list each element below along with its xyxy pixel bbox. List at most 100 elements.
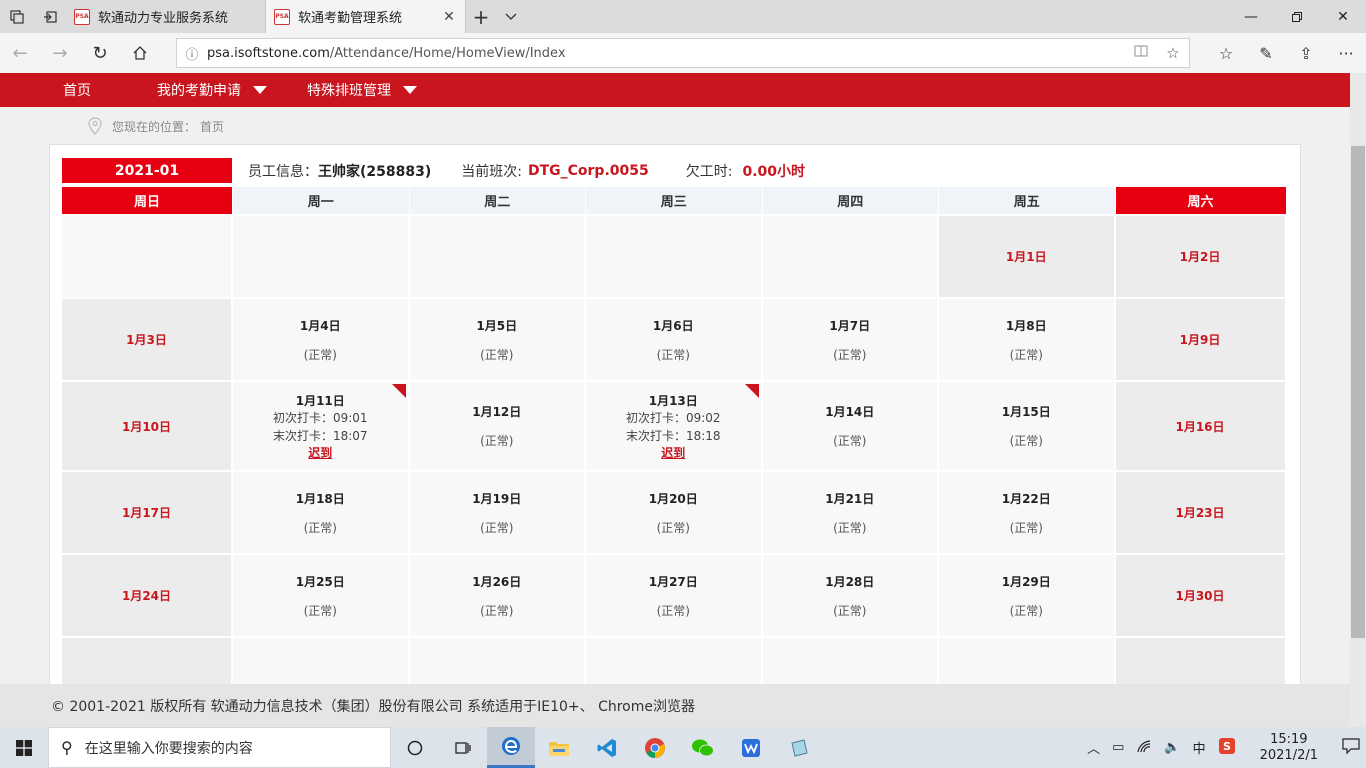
- calendar-day-cell[interactable]: 1月27日 (正常): [586, 555, 763, 636]
- owed-hours-label: 欠工时:: [685, 163, 733, 180]
- calendar-day-cell[interactable]: 1月9日: [1115, 299, 1287, 380]
- svg-text:S: S: [1223, 740, 1231, 753]
- tab-attendance[interactable]: PSA 软通考勤管理系统 ✕: [266, 0, 466, 33]
- calendar-day-cell[interactable]: 1月23日: [1115, 472, 1287, 553]
- calendar-day-cell[interactable]: 1月25日 (正常): [233, 555, 410, 636]
- late-exception-link[interactable]: 迟到: [308, 445, 332, 461]
- calendar-day-cell[interactable]: 1月17日: [62, 472, 233, 553]
- ime-indicator[interactable]: 中: [1187, 738, 1212, 757]
- day-status: (正常): [480, 603, 514, 618]
- menu-label: 特殊排班管理: [307, 83, 391, 99]
- tab-actions-icon[interactable]: [0, 0, 33, 33]
- calendar-day-cell[interactable]: 1月8日 (正常): [939, 299, 1116, 380]
- new-tab-icon[interactable]: +: [466, 0, 496, 33]
- late-exception-link[interactable]: 迟到: [661, 445, 685, 461]
- calendar-day-cell[interactable]: 1月4日 (正常): [233, 299, 410, 380]
- calendar-day-cell[interactable]: 1月28日 (正常): [762, 555, 939, 636]
- menu-home[interactable]: 首页: [63, 73, 91, 107]
- tab-psa-service[interactable]: PSA 软通动力专业服务系统: [66, 0, 266, 33]
- refresh-icon[interactable]: ↻: [80, 33, 120, 73]
- minimize-icon[interactable]: —: [1228, 0, 1274, 33]
- calendar-day-cell[interactable]: 1月2日: [1115, 216, 1287, 297]
- back-icon[interactable]: ←: [0, 33, 40, 73]
- volume-icon[interactable]: 🔈: [1158, 740, 1186, 755]
- calendar-day-cell[interactable]: 1月3日: [62, 299, 233, 380]
- calendar-day-cell[interactable]: 1月15日 (正常): [939, 382, 1116, 470]
- calendar-day-cell[interactable]: 1月30日: [1115, 555, 1287, 636]
- chrome-icon[interactable]: [631, 727, 679, 768]
- info-icon[interactable]: ⓘ: [177, 44, 207, 63]
- calendar-day-cell[interactable]: 1月29日 (正常): [939, 555, 1116, 636]
- taskbar-search[interactable]: ⚲ 在这里输入你要搜索的内容: [48, 727, 391, 768]
- share-icon[interactable]: ⇪: [1286, 33, 1326, 73]
- menu-special-shift-management[interactable]: 特殊排班管理: [307, 73, 417, 107]
- url-path: /Attendance/Home/HomeView/Index: [329, 45, 566, 61]
- show-hidden-icons-chevron-icon[interactable]: ︿: [1081, 738, 1106, 757]
- calendar-day-cell[interactable]: 1月14日 (正常): [762, 382, 939, 470]
- set-aside-tabs-icon[interactable]: [33, 0, 66, 33]
- vscode-icon[interactable]: [583, 727, 631, 768]
- calendar-day-cell[interactable]: 1月5日 (正常): [409, 299, 586, 380]
- calendar-week-row: 1月3日 1月4日 (正常) 1月5日 (正常) 1月6日 (正常) 1月7日 (正常) 1月8日…: [62, 297, 1287, 380]
- edge-browser-icon[interactable]: [487, 727, 535, 768]
- forward-icon[interactable]: →: [40, 33, 80, 73]
- timeline-icon[interactable]: [439, 727, 487, 768]
- day-date: 1月30日: [1175, 589, 1225, 603]
- weekday-sunday: 周日: [62, 187, 233, 214]
- calendar-day-cell[interactable]: 1月1日: [939, 216, 1116, 297]
- calendar-day-cell[interactable]: 1月18日 (正常): [233, 472, 410, 553]
- reading-view-icon[interactable]: [1125, 44, 1157, 62]
- calendar-day-cell[interactable]: 1月24日: [62, 555, 233, 636]
- wps-office-icon[interactable]: [727, 727, 775, 768]
- first-punch-time: 初次打卡：09:01: [272, 410, 368, 425]
- notepad-app-icon[interactable]: [775, 727, 823, 768]
- close-window-icon[interactable]: ✕: [1320, 0, 1366, 33]
- notification-center-icon[interactable]: [1336, 737, 1366, 758]
- calendar-day-cell[interactable]: 1月16日: [1115, 382, 1287, 470]
- tab-title: 软通考勤管理系统: [298, 11, 403, 26]
- tab-title: 软通动力专业服务系统: [98, 11, 229, 26]
- address-bar[interactable]: ⓘ psa.isoftstone.com/Attendance/Home/Hom…: [176, 38, 1190, 68]
- notes-pen-icon[interactable]: ✎: [1246, 33, 1286, 73]
- url-text[interactable]: psa.isoftstone.com/Attendance/Home/HomeV…: [207, 46, 1125, 61]
- day-date: 1月17日: [121, 506, 172, 520]
- windows-start-icon[interactable]: [0, 727, 48, 768]
- sogou-input-icon[interactable]: S: [1212, 737, 1242, 759]
- calendar-week-row: [62, 636, 1287, 684]
- breadcrumb-current[interactable]: 首页: [200, 118, 224, 135]
- weekday-wednesday: 周三: [586, 187, 763, 214]
- battery-icon[interactable]: ▭: [1106, 740, 1130, 755]
- calendar-day-cell[interactable]: 1月10日: [62, 382, 233, 470]
- favorite-star-icon[interactable]: ☆: [1157, 44, 1189, 62]
- day-status: (正常): [833, 347, 867, 362]
- wechat-icon[interactable]: [679, 727, 727, 768]
- wifi-icon[interactable]: [1130, 739, 1158, 757]
- chevron-down-icon[interactable]: [496, 0, 526, 33]
- calendar-day-cell[interactable]: 1月26日 (正常): [409, 555, 586, 636]
- favorites-icon[interactable]: ☆: [1206, 33, 1246, 73]
- task-view-icon[interactable]: [391, 727, 439, 768]
- calendar-day-cell[interactable]: 1月12日 (正常): [409, 382, 586, 470]
- calendar-day-cell[interactable]: 1月11日 初次打卡：09:01 末次打卡：18:07 迟到: [233, 382, 410, 470]
- month-selector[interactable]: 2021-01: [62, 158, 232, 183]
- calendar-day-cell[interactable]: 1月6日 (正常): [586, 299, 763, 380]
- calendar-day-cell[interactable]: 1月19日 (正常): [409, 472, 586, 553]
- calendar-day-cell[interactable]: 1月21日 (正常): [762, 472, 939, 553]
- page-scrollbar-thumb[interactable]: [1351, 146, 1365, 638]
- calendar-day-cell[interactable]: 1月13日 初次打卡：09:02 末次打卡：18:18 迟到: [586, 382, 763, 470]
- more-icon[interactable]: ···: [1326, 33, 1366, 73]
- menu-my-attendance-requests[interactable]: 我的考勤申请: [157, 73, 267, 107]
- day-status: (正常): [303, 603, 337, 618]
- search-placeholder: 在这里输入你要搜索的内容: [84, 740, 253, 757]
- restore-icon[interactable]: [1274, 0, 1320, 33]
- calendar-day-cell[interactable]: 1月20日 (正常): [586, 472, 763, 553]
- calendar-day-cell: [233, 638, 410, 684]
- close-tab-icon[interactable]: ✕: [441, 9, 457, 25]
- calendar-day-cell: [939, 638, 1116, 684]
- calendar-day-cell[interactable]: 1月22日 (正常): [939, 472, 1116, 553]
- home-icon[interactable]: [120, 33, 160, 73]
- file-explorer-icon[interactable]: [535, 727, 583, 768]
- day-status: (正常): [833, 603, 867, 618]
- system-clock[interactable]: 15:19 2021/2/1: [1242, 732, 1336, 764]
- calendar-day-cell[interactable]: 1月7日 (正常): [762, 299, 939, 380]
